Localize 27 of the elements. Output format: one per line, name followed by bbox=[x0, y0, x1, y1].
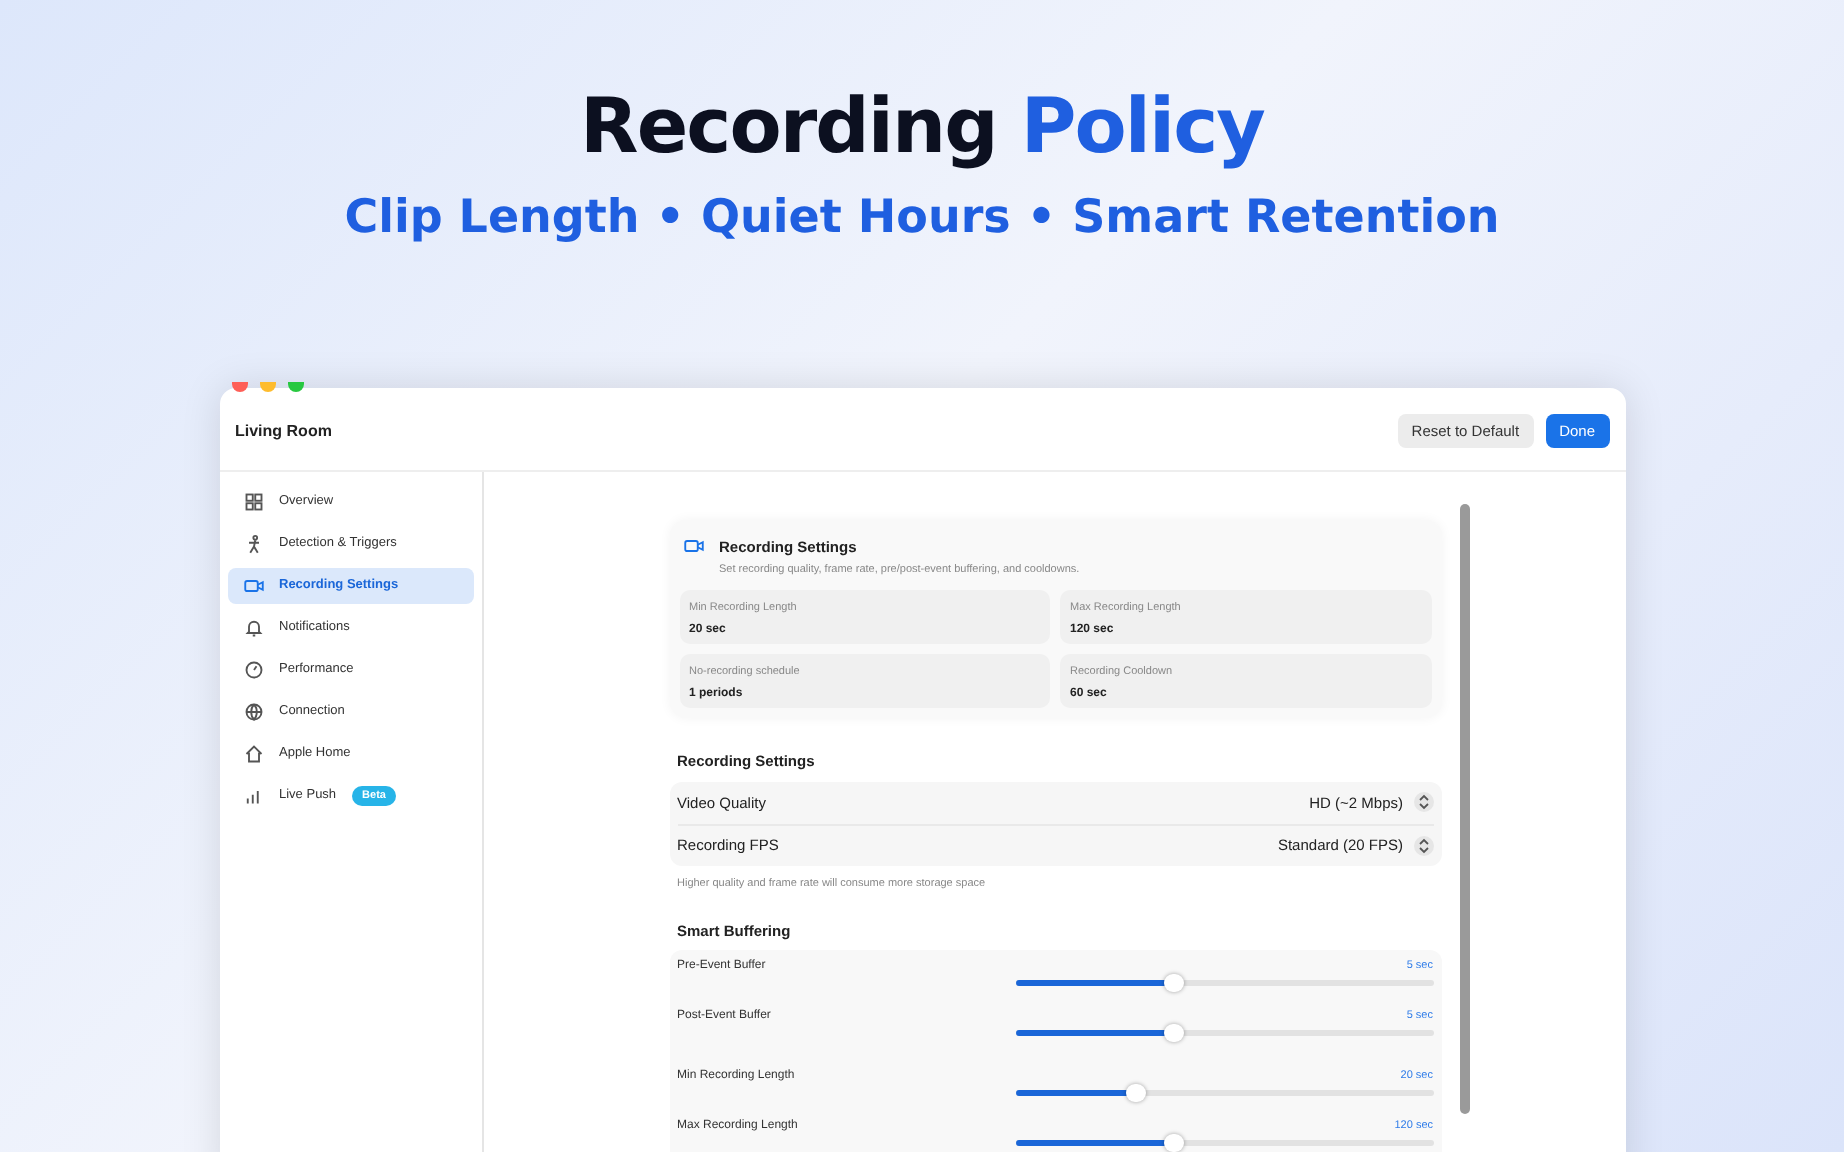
stepper-icon bbox=[1413, 792, 1433, 813]
slider-track[interactable] bbox=[1015, 1030, 1433, 1037]
grid-icon bbox=[243, 492, 263, 512]
hero-title: Policy bbox=[1020, 80, 1264, 174]
home-icon bbox=[243, 744, 263, 764]
close-window-icon[interactable] bbox=[231, 382, 247, 392]
video-camera-icon bbox=[243, 576, 263, 596]
signal-icon bbox=[243, 786, 263, 806]
video-camera-icon bbox=[683, 536, 703, 556]
slider-thumb[interactable] bbox=[1163, 1134, 1184, 1152]
stepper-icon bbox=[1413, 835, 1433, 856]
scrollbar-thumb[interactable] bbox=[1459, 504, 1469, 1114]
slider-track[interactable] bbox=[1015, 1090, 1433, 1097]
slider-track[interactable] bbox=[1015, 980, 1433, 987]
globe-icon bbox=[243, 702, 263, 722]
gauge-icon bbox=[243, 660, 263, 680]
bell-icon bbox=[243, 618, 263, 638]
zoom-window-icon[interactable] bbox=[287, 382, 303, 392]
slider-thumb[interactable] bbox=[1163, 974, 1184, 993]
person-icon bbox=[243, 534, 263, 554]
hero-title: Recording bbox=[580, 80, 997, 174]
window-title: Living Room bbox=[235, 419, 334, 443]
hero-subtitle: Clip Length • Quiet Hours • Smart Retention bbox=[344, 189, 1500, 247]
slider-thumb[interactable] bbox=[1126, 1084, 1147, 1103]
minimize-window-icon[interactable] bbox=[259, 382, 275, 392]
slider-thumb[interactable] bbox=[1163, 1024, 1184, 1043]
slider-track[interactable] bbox=[1015, 1140, 1433, 1147]
